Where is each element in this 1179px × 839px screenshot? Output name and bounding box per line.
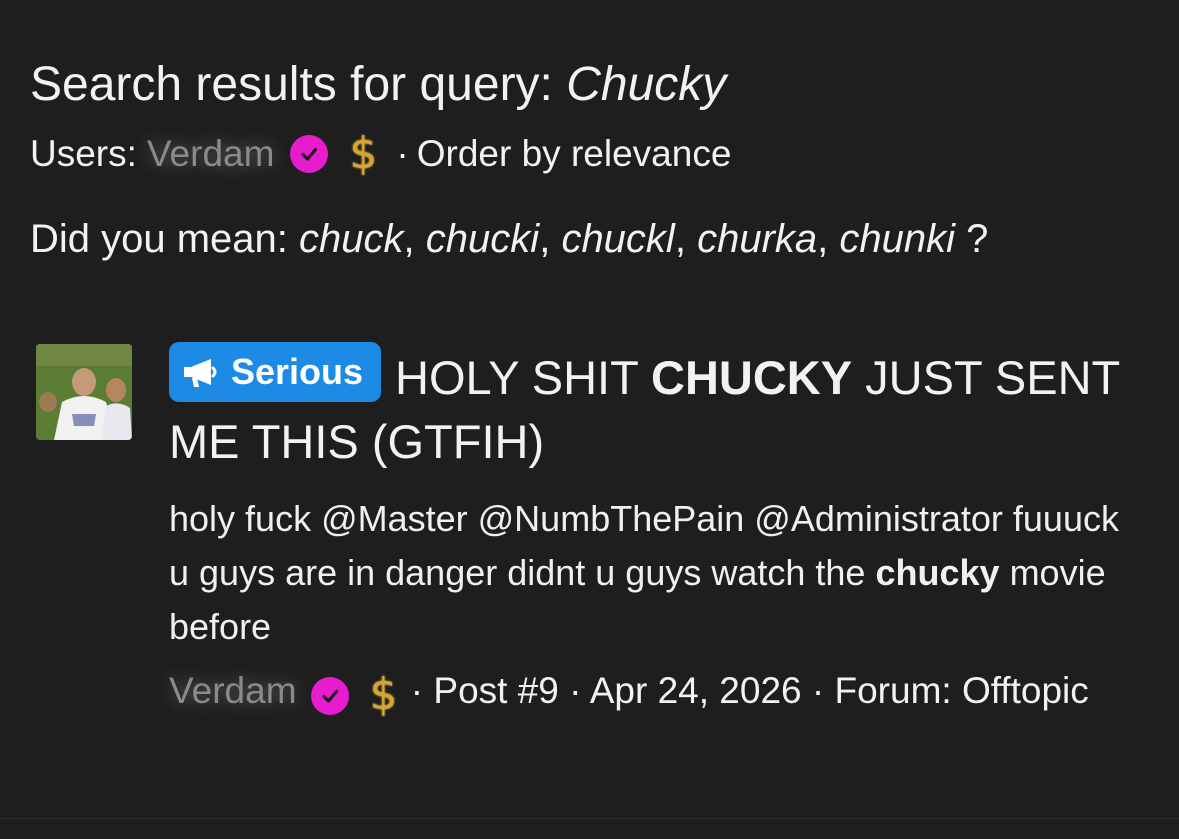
dollar-icon: $ [369,669,398,720]
users-filter-line: Users: Verdam $ · Order by relevance [30,128,1149,180]
search-query: Chucky [566,58,727,111]
username-link[interactable]: Verdam [147,128,275,180]
question-mark: ? [966,217,989,261]
avatar[interactable] [36,344,132,440]
suggestion-comma: , [674,217,686,261]
heading-prefix: Search results for query: [30,58,553,111]
dollar-icon: $ [349,128,378,179]
title-highlight: CHUCKY [651,351,853,404]
suggestion-link[interactable]: chunki [839,217,955,261]
users-label: Users: [30,133,137,174]
suggestion-comma: , [817,217,829,261]
forum-label: · Forum: [811,670,952,711]
suggestion-comma: , [539,217,551,261]
did-you-mean-label: Did you mean: [30,217,288,261]
prefix-label: Serious [231,351,364,392]
divider [0,818,1179,819]
suggestion-link[interactable]: chucki [426,217,539,261]
did-you-mean: Did you mean: chuck, chucki, chuckl, chu… [30,212,1149,266]
separator-dot: · [396,133,409,174]
suggestion-link[interactable]: chuckl [561,217,674,261]
megaphone-icon [184,359,217,387]
suggestion-comma: , [403,217,415,261]
title-text: HOLY SHIT [395,351,638,404]
search-results-page: Search results for query: Chucky Users: … [30,48,1149,720]
post-number-link[interactable]: · Post #9 [411,670,559,711]
check-circle-icon [310,677,349,715]
result-body: Serious HOLY SHIT CHUCKY JUST SENT ME THI… [169,342,1129,720]
suggestion-link[interactable]: churka [697,217,817,261]
suggestion-link[interactable]: chuck [299,217,404,261]
author-username-link[interactable]: Verdam [169,670,297,711]
post-date: · Apr 24, 2026 [569,670,802,711]
post-snippet: holy fuck @Master @NumbThePain @Administ… [169,492,1129,654]
forum-link[interactable]: Offtopic [962,670,1089,711]
page-title: Search results for query: Chucky [30,48,1149,122]
check-circle-icon [290,135,329,173]
order-by-relevance-link[interactable]: Order by relevance [417,128,732,180]
result-meta: Verdam $ · Post #9 · Apr 24, 2026 · Forum… [169,664,1129,720]
snippet-highlight: chucky [875,552,1000,593]
thread-title-link[interactable]: Serious HOLY SHIT CHUCKY JUST SENT ME THI… [169,342,1129,474]
prefix-badge-serious[interactable]: Serious [169,342,382,402]
